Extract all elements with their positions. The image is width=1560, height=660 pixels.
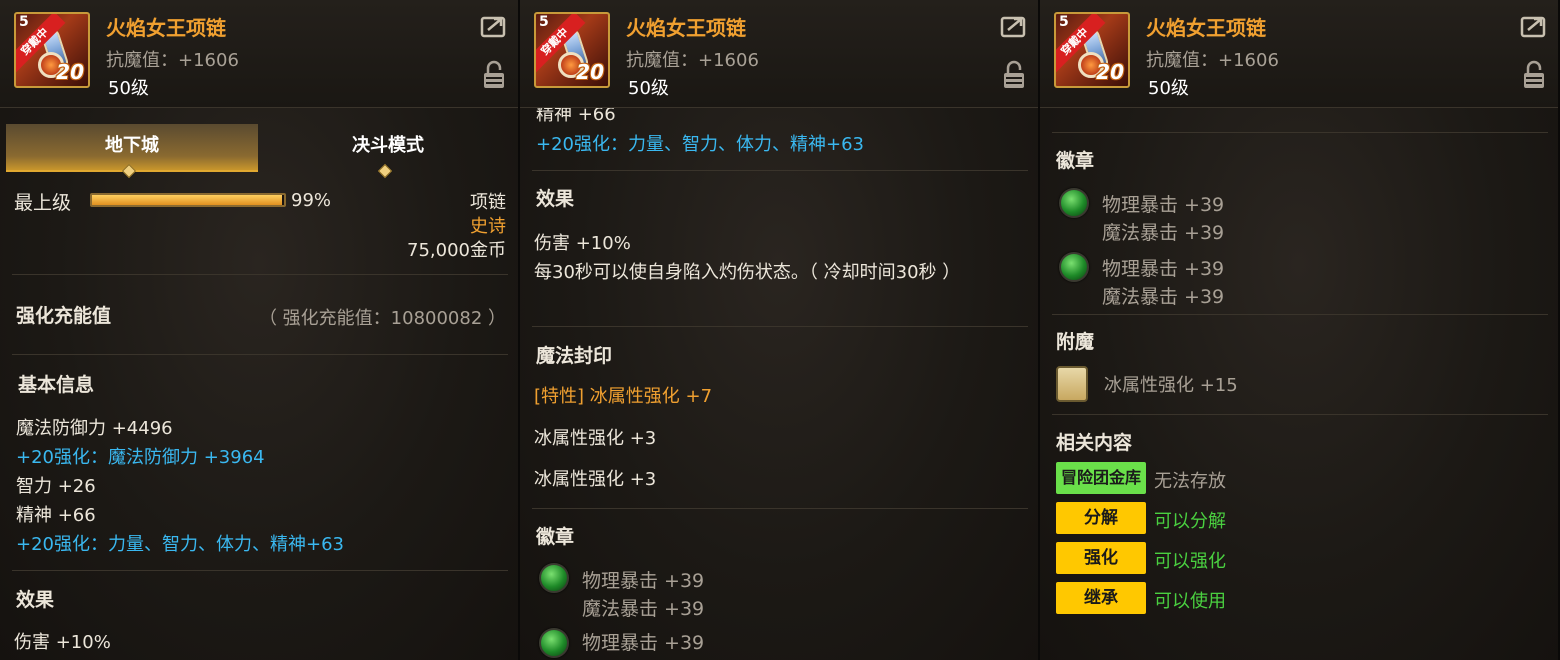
stat-line: 智力 +26 (16, 476, 96, 497)
item-level: 50级 (1148, 78, 1189, 99)
item-header: 5 穿戴中 20 火焰女王项链 抗魔值：+1606 50级 (0, 0, 518, 108)
grade-label: 最上级 (14, 192, 72, 214)
item-tooltip-panel-3: 5 穿戴中 20 火焰女王项链 抗魔值：+1606 50级 徽章 物理暴击 +3… (1040, 0, 1560, 660)
share-icon[interactable] (1520, 14, 1548, 38)
share-icon[interactable] (1000, 14, 1028, 38)
necklace-item-icon: 5 穿戴中 20 (1054, 12, 1130, 88)
emblem-stat: 物理暴击 +39 (1102, 258, 1225, 280)
emblem-stat: 魔法暴击 +39 (582, 598, 705, 620)
tag-adventure-vault: 冒险团金库 (1056, 462, 1146, 494)
tag-inherit: 继承 (1056, 582, 1146, 614)
tag-enhance: 强化 (1056, 542, 1146, 574)
green-emblem-icon (539, 628, 569, 658)
necklace-item-icon: 5 穿戴中 20 (14, 12, 90, 88)
item-level: 50级 (628, 78, 669, 99)
enchant-title: 附魔 (1056, 331, 1095, 353)
item-tooltip-panel-2: 精神 +66 5 穿戴中 20 火焰女王项链 抗魔值：+1606 50级 +20… (520, 0, 1040, 660)
icon-corner-text: 5 (19, 14, 29, 30)
magic-seal-title: 魔法封印 (536, 345, 613, 367)
item-level: 50级 (108, 78, 149, 99)
green-emblem-icon (1059, 252, 1089, 282)
related-value: 可以强化 (1154, 551, 1226, 572)
grade-progress-bar (90, 193, 286, 207)
divider (532, 326, 1028, 327)
effect-line: 伤害 +10% (534, 233, 631, 254)
seal-line: 冰属性强化 +3 (534, 469, 657, 490)
enhance-level-number: 20 (576, 60, 604, 84)
effect-title: 效果 (536, 188, 575, 210)
stat-line-enhance: +20强化：力量、智力、体力、精神+63 (16, 534, 344, 555)
divider (12, 570, 508, 571)
divider (1052, 314, 1548, 315)
item-resist-value: 抗魔值：+1606 (1146, 50, 1279, 71)
item-header: 5 穿戴中 20 火焰女王项链 抗魔值：+1606 50级 (1040, 0, 1558, 108)
lock-icon[interactable] (482, 60, 506, 90)
tab-pvp[interactable]: 决斗模式 (262, 124, 514, 179)
stat-line: 魔法防御力 +4496 (16, 418, 173, 439)
divider (12, 274, 508, 275)
enhance-level-number: 20 (1096, 60, 1124, 84)
effect-line: 伤害 +10% (14, 632, 111, 653)
lock-icon[interactable] (1002, 60, 1026, 90)
emblem-stat: 物理暴击 +39 (582, 632, 705, 654)
emblem-stat: 魔法暴击 +39 (1102, 222, 1225, 244)
item-tooltip-panel-1: 5 穿戴中 20 火焰女王项链 抗魔值：+1606 50级 地下城 决斗模式 最… (0, 0, 520, 660)
seal-line-special: [特性] 冰属性强化 +7 (534, 386, 713, 407)
item-resist-value: 抗魔值：+1606 (626, 50, 759, 71)
tab-dungeon-label: 地下城 (105, 135, 159, 156)
mode-tabs: 地下城 决斗模式 (6, 124, 514, 179)
stat-line: 精神 +66 (16, 505, 96, 526)
charge-value: （ 强化充能值：10800082 ） (258, 308, 506, 329)
item-header: 5 穿戴中 20 火焰女王项链 抗魔值：+1606 50级 (520, 0, 1038, 108)
item-name: 火焰女王项链 (626, 16, 746, 40)
emblem-stat: 魔法暴击 +39 (1102, 286, 1225, 308)
item-slot: 项链 (470, 192, 506, 213)
seal-line: 冰属性强化 +3 (534, 428, 657, 449)
green-emblem-icon (539, 563, 569, 593)
tab-pvp-label: 决斗模式 (352, 135, 424, 156)
enchant-card-icon (1056, 366, 1088, 402)
related-value: 可以使用 (1154, 591, 1226, 612)
enchant-value: 冰属性强化 +15 (1104, 375, 1238, 396)
icon-corner-text: 5 (1059, 14, 1069, 30)
item-rarity: 史诗 (470, 216, 506, 237)
charge-title: 强化充能值 (16, 305, 112, 327)
stat-line-enhance: +20强化：力量、智力、体力、精神+63 (536, 134, 864, 155)
divider (532, 508, 1028, 509)
lock-icon[interactable] (1522, 60, 1546, 90)
enhance-level-number: 20 (56, 60, 84, 84)
tab-indicator-diamond (377, 163, 393, 179)
related-title: 相关内容 (1056, 432, 1133, 454)
effect-title: 效果 (16, 589, 55, 611)
green-emblem-icon (1059, 188, 1089, 218)
emblem-stat: 物理暴击 +39 (582, 570, 705, 592)
grade-percent: 99% (291, 190, 332, 211)
effect-line: 每30秒可以使自身陷入灼伤状态。（ 冷却时间30秒 ） (534, 262, 961, 283)
divider (1052, 414, 1548, 415)
divider (1052, 132, 1548, 133)
divider (532, 170, 1028, 171)
stat-line-enhance: +20强化：魔法防御力 +3964 (16, 447, 265, 468)
item-name: 火焰女王项链 (1146, 16, 1266, 40)
necklace-item-icon: 5 穿戴中 20 (534, 12, 610, 88)
divider (12, 354, 508, 355)
tab-dungeon[interactable]: 地下城 (6, 124, 258, 179)
item-name: 火焰女王项链 (106, 16, 226, 40)
emblem-title: 徽章 (1056, 150, 1095, 172)
tag-disassemble: 分解 (1056, 502, 1146, 534)
item-price: 75,000金币 (407, 240, 506, 261)
tab-indicator-diamond (121, 163, 137, 179)
basic-info-title: 基本信息 (18, 374, 95, 396)
share-icon[interactable] (480, 14, 508, 38)
related-value: 可以分解 (1154, 511, 1226, 532)
related-value: 无法存放 (1154, 471, 1226, 492)
item-resist-value: 抗魔值：+1606 (106, 50, 239, 71)
emblem-title: 徽章 (536, 526, 575, 548)
icon-corner-text: 5 (539, 14, 549, 30)
grade-progress-fill (92, 195, 283, 205)
emblem-stat: 物理暴击 +39 (1102, 194, 1225, 216)
